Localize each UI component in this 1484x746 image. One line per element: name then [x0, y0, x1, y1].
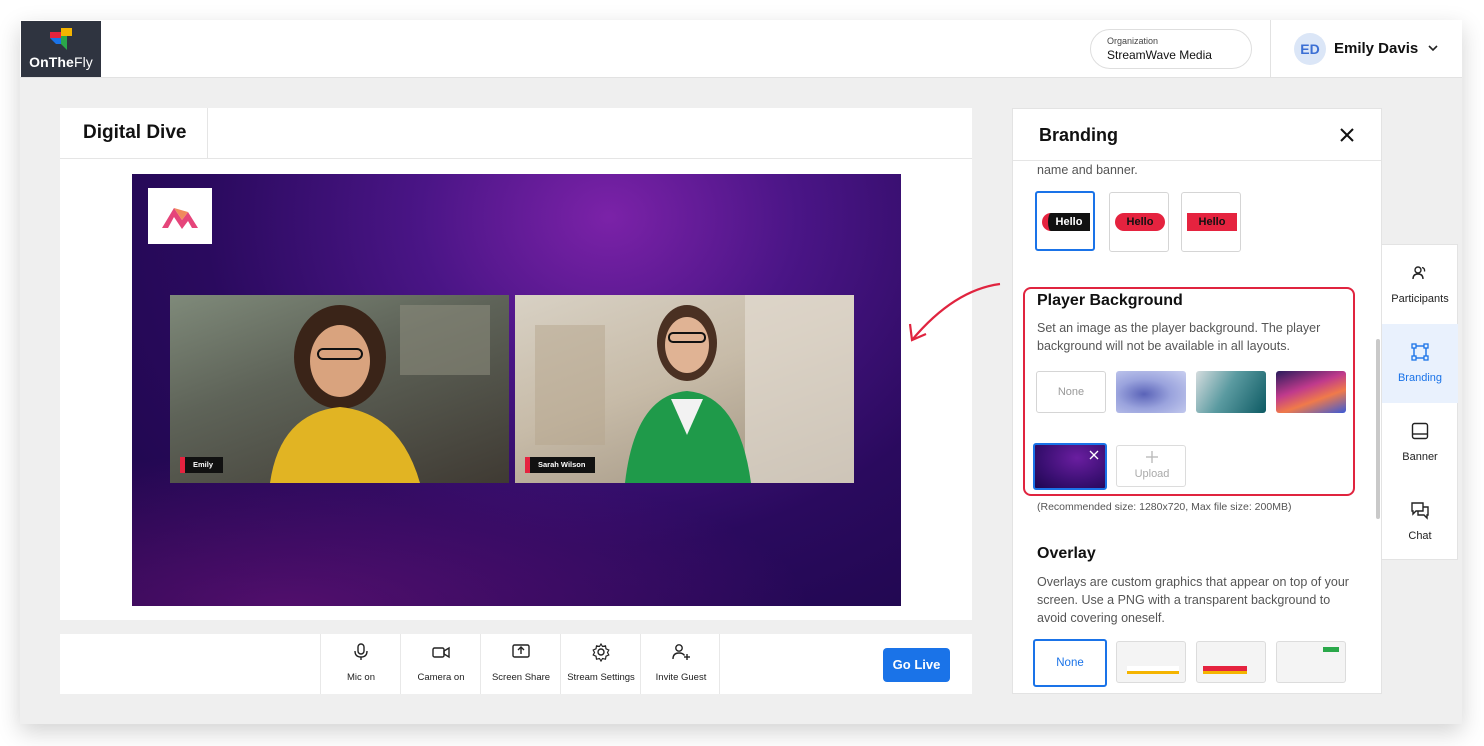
- top-bar: OnTheFly Organization StreamWave Media E…: [20, 20, 1462, 78]
- close-icon[interactable]: [1340, 128, 1354, 142]
- overlay-option[interactable]: [1196, 641, 1266, 683]
- participant-video-sarah: Sarah Wilson: [515, 295, 854, 483]
- invite-guest-label: Invite Guest: [655, 672, 707, 683]
- participant-name-tag: Sarah Wilson: [525, 457, 596, 473]
- divider: [60, 158, 972, 159]
- chat-icon: [1411, 502, 1429, 520]
- mic-button[interactable]: Mic on: [320, 634, 400, 694]
- nav-label: Chat: [1408, 530, 1432, 542]
- camera-icon: [432, 646, 450, 659]
- panel-scrollbar[interactable]: [1376, 339, 1380, 519]
- overlay-option[interactable]: [1276, 641, 1346, 683]
- gear-icon: [592, 642, 610, 662]
- logo-text: OnTheFly: [29, 54, 93, 70]
- control-bar: Mic on Camera on Screen Share Stream Set…: [60, 634, 972, 694]
- mic-label: Mic on: [347, 672, 375, 683]
- nav-label: Banner: [1402, 451, 1438, 463]
- banner-style-option[interactable]: Hello: [1181, 192, 1241, 252]
- overlay-preview-tag: [1323, 647, 1339, 652]
- panel-title: Branding: [1039, 125, 1118, 145]
- stream-settings-label: Stream Settings: [567, 672, 635, 683]
- screen-share-icon: [512, 644, 530, 658]
- camera-label: Camera on: [417, 672, 465, 683]
- annotation-arrow-icon: [908, 282, 1001, 342]
- banner-icon: [1411, 422, 1429, 440]
- stage-title: Digital Dive: [83, 122, 187, 143]
- org-name: StreamWave Media: [1107, 48, 1212, 62]
- banner-style-option[interactable]: Hello: [1109, 192, 1169, 252]
- upload-background-button[interactable]: Upload: [1116, 445, 1186, 487]
- nav-label: Branding: [1397, 372, 1443, 384]
- nav-chat[interactable]: Chat: [1382, 482, 1458, 561]
- overlay-description: Overlays are custom graphics that appear…: [1037, 575, 1349, 625]
- panel-header: Branding: [1013, 109, 1381, 161]
- mic-icon: [354, 643, 368, 660]
- background-option[interactable]: [1196, 371, 1266, 413]
- person-placeholder-icon: [535, 295, 854, 483]
- background-option[interactable]: [1276, 371, 1346, 413]
- banner-style-preview: Hello: [1042, 213, 1090, 231]
- app-window: OnTheFly Organization StreamWave Media E…: [20, 20, 1462, 724]
- nav-participants[interactable]: Participants: [1382, 245, 1458, 324]
- add-user-icon: [672, 644, 690, 660]
- user-name: Emily Davis: [1334, 40, 1419, 57]
- user-menu[interactable]: ED Emily Davis: [1270, 20, 1462, 78]
- brand-mountain-icon: [162, 208, 198, 229]
- participants-icon: [1412, 266, 1426, 280]
- participant-video-emily: Emily: [170, 295, 509, 483]
- screen-share-label: Screen Share: [491, 672, 551, 683]
- plus-icon: [1146, 451, 1158, 463]
- banner-description-fragment: name and banner.: [1037, 163, 1138, 177]
- nav-banner[interactable]: Banner: [1382, 403, 1458, 482]
- upload-label: Upload: [1134, 468, 1170, 480]
- logo-mark-icon: [50, 28, 72, 50]
- screen-share-button[interactable]: Screen Share: [480, 634, 560, 694]
- overlay-preview-bar: [1127, 666, 1179, 674]
- overlay-title: Overlay: [1037, 545, 1096, 562]
- background-none-option[interactable]: None: [1036, 371, 1106, 413]
- brand-logo: [148, 188, 212, 244]
- participant-name-tag: Emily: [180, 457, 224, 473]
- banner-style-option[interactable]: Hello: [1035, 191, 1095, 251]
- overlay-option[interactable]: [1116, 641, 1186, 683]
- player-background-note: (Recommended size: 1280x720, Max file si…: [1037, 501, 1292, 513]
- remove-icon[interactable]: [1089, 450, 1099, 460]
- nav-branding[interactable]: Branding: [1382, 324, 1458, 403]
- person-placeholder-icon: [270, 305, 490, 483]
- organization-selector[interactable]: Organization StreamWave Media: [1090, 29, 1252, 69]
- org-label: Organization: [1107, 36, 1159, 46]
- side-navigation: Participants Branding Banner Chat: [1382, 244, 1458, 560]
- branding-panel: Branding name and banner. Hello Hello He…: [1012, 108, 1382, 694]
- banner-style-preview: Hello: [1115, 213, 1165, 231]
- invite-guest-button[interactable]: Invite Guest: [640, 634, 720, 694]
- banner-style-preview: Hello: [1187, 213, 1237, 231]
- stage-area: Digital Dive Emily Sarah Wilson: [60, 108, 972, 620]
- background-option[interactable]: [1116, 371, 1186, 413]
- player-background-title: Player Background: [1037, 292, 1183, 309]
- chevron-down-icon: [1428, 45, 1438, 52]
- stream-settings-button[interactable]: Stream Settings: [560, 634, 640, 694]
- stage-title-cell: Digital Dive: [60, 108, 208, 158]
- nav-label: Participants: [1391, 293, 1449, 305]
- player-preview: Emily Sarah Wilson: [132, 174, 901, 606]
- go-live-button[interactable]: Go Live: [883, 648, 950, 682]
- avatar: ED: [1294, 33, 1326, 65]
- overlay-none-option[interactable]: None: [1033, 639, 1107, 687]
- overlay-preview-bar: [1203, 666, 1247, 674]
- branding-icon: [1411, 343, 1429, 361]
- camera-button[interactable]: Camera on: [400, 634, 480, 694]
- player-background-description: Set an image as the player background. T…: [1037, 321, 1321, 353]
- app-logo[interactable]: OnTheFly: [21, 21, 101, 77]
- background-option-selected[interactable]: [1033, 443, 1107, 490]
